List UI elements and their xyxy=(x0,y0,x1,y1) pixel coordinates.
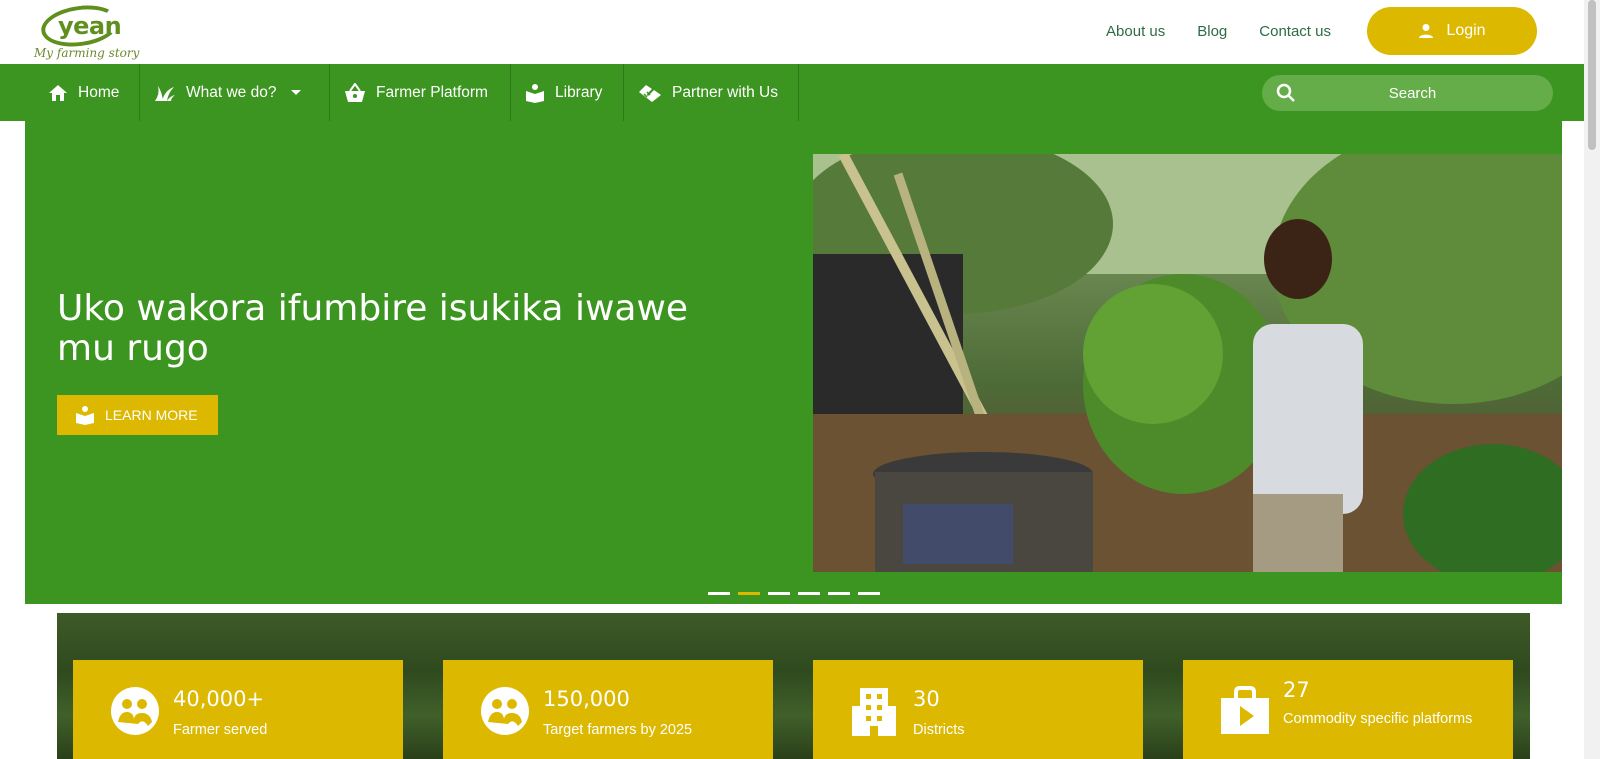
stat-value: 40,000+ xyxy=(173,687,265,711)
basket-icon xyxy=(345,82,365,102)
book-icon xyxy=(526,83,544,103)
logo-tagline: My farming story xyxy=(34,46,140,60)
stat-value: 30 xyxy=(913,687,940,711)
carousel-indicators xyxy=(708,592,888,595)
nav-item-home[interactable]: Home xyxy=(34,64,140,121)
grass-icon xyxy=(155,85,175,101)
learn-more-label: LEARN MORE xyxy=(105,407,198,423)
carousel-dot-1[interactable] xyxy=(708,592,730,595)
book-icon xyxy=(76,406,94,425)
nav-label-what-we-do: What we do? xyxy=(186,83,277,101)
stat-label: Districts xyxy=(913,722,965,738)
page-scrollbar[interactable] xyxy=(1584,0,1600,759)
stats-section: 40,000+ Farmer served 150,000 Target far… xyxy=(57,613,1530,759)
nav-label-partner: Partner with Us xyxy=(672,83,778,101)
search-box[interactable]: Search xyxy=(1262,75,1553,111)
play-bag-icon xyxy=(1221,686,1269,734)
main-nav: Home What we do? Farmer Platform Library… xyxy=(0,64,1584,121)
people-icon xyxy=(481,687,529,735)
search-icon xyxy=(1276,83,1295,102)
hero-carousel: Uko wakora ifumbire isukika iwawe mu rug… xyxy=(25,121,1562,604)
carousel-dot-6[interactable] xyxy=(858,592,880,595)
learn-more-button[interactable]: LEARN MORE xyxy=(57,395,218,435)
logo-word: yean xyxy=(58,12,122,40)
scrollbar-thumb[interactable] xyxy=(1588,0,1596,150)
login-button[interactable]: Login xyxy=(1367,7,1537,55)
contact-us-link[interactable]: Contact us xyxy=(1259,23,1331,40)
carousel-dot-2[interactable] xyxy=(738,592,760,595)
building-icon xyxy=(852,688,896,736)
nav-item-farmer-platform[interactable]: Farmer Platform xyxy=(330,64,511,121)
nav-item-library[interactable]: Library xyxy=(511,64,624,121)
people-icon xyxy=(111,687,159,735)
hero-title: Uko wakora ifumbire isukika iwawe mu rug… xyxy=(57,288,689,369)
nav-item-what-we-do[interactable]: What we do? xyxy=(140,64,330,121)
hero-photo xyxy=(813,154,1562,572)
stat-label: Farmer served xyxy=(173,722,268,738)
home-icon xyxy=(49,84,67,101)
stat-label: Commodity specific platforms xyxy=(1283,711,1473,727)
search-label: Search xyxy=(1388,84,1437,102)
site-logo[interactable]: yean My farming story xyxy=(34,0,139,62)
nav-label-library: Library xyxy=(555,83,603,101)
login-label: Login xyxy=(1446,22,1486,39)
carousel-dot-4[interactable] xyxy=(798,592,820,595)
blog-link[interactable]: Blog xyxy=(1197,23,1227,40)
stat-card-districts: 30 Districts xyxy=(813,660,1143,759)
nav-item-partner[interactable]: Partner with Us xyxy=(624,64,799,121)
top-header: yean My farming story About us Blog Cont… xyxy=(0,0,1584,64)
nav-label-home: Home xyxy=(78,83,120,101)
stat-card-target-farmers: 150,000 Target farmers by 2025 xyxy=(443,660,773,759)
nav-label-farmer-platform: Farmer Platform xyxy=(376,83,488,101)
stat-card-platforms: 27 Commodity specific platforms xyxy=(1183,660,1513,759)
stat-label: Target farmers by 2025 xyxy=(543,722,693,738)
stat-card-farmers-served: 40,000+ Farmer served xyxy=(73,660,403,759)
top-links: About us Blog Contact us Login xyxy=(1106,7,1537,55)
caret-down-icon xyxy=(291,89,302,95)
user-icon xyxy=(1419,24,1434,38)
stat-value: 150,000 xyxy=(543,687,630,711)
stat-value: 27 xyxy=(1283,678,1310,702)
carousel-dot-5[interactable] xyxy=(828,592,850,595)
handshake-icon xyxy=(639,84,661,102)
about-us-link[interactable]: About us xyxy=(1106,23,1165,40)
carousel-dot-3[interactable] xyxy=(768,592,790,595)
